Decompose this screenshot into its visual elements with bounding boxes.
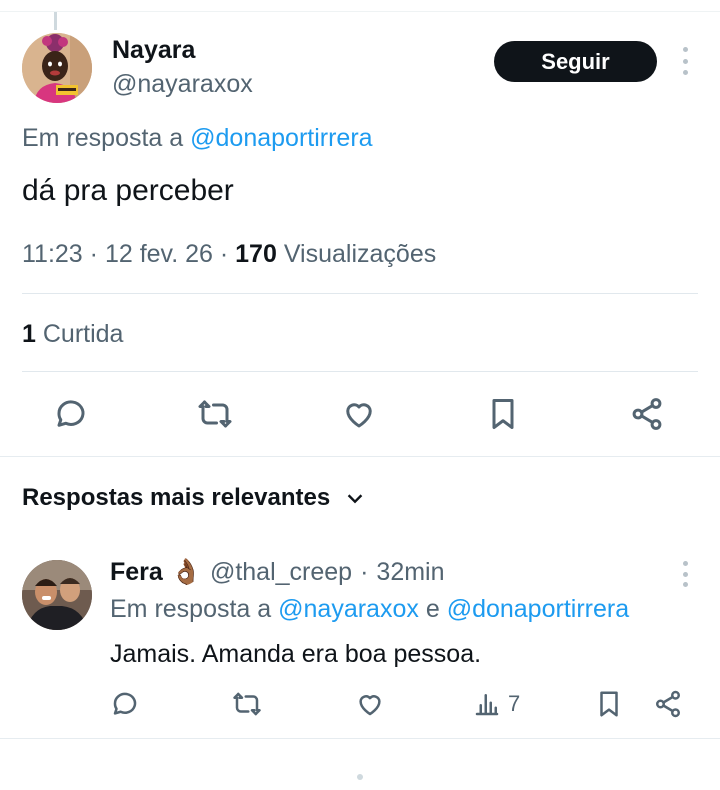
- like-icon[interactable]: [337, 392, 381, 436]
- likes-count: 1: [22, 320, 36, 348]
- reply-author-handle[interactable]: @thal_creep: [210, 558, 352, 587]
- reply-text: Jamais. Amanda era boa pessoa.: [110, 640, 482, 668]
- reply-icon[interactable]: [49, 392, 93, 436]
- reply-views-count: 7: [508, 691, 521, 716]
- like-icon[interactable]: [355, 686, 385, 722]
- author-name[interactable]: Nayara: [112, 36, 195, 65]
- reply-mention-link[interactable]: @donaportirrera: [447, 595, 629, 623]
- divider: [22, 293, 698, 294]
- thread-connector-line: [54, 12, 57, 30]
- reply-icon[interactable]: [110, 686, 140, 722]
- likes-label: Curtida: [42, 320, 124, 348]
- reply-context: Em resposta a @nayaraxox e @donaportirre…: [110, 595, 629, 624]
- replies-sort-dropdown[interactable]: Respostas mais relevantes: [22, 484, 366, 512]
- views-button[interactable]: 7: [472, 686, 520, 722]
- reply-author-name[interactable]: Fera: [110, 558, 163, 587]
- reply-conjunction: e: [425, 595, 440, 623]
- bookmark-icon[interactable]: [481, 392, 525, 436]
- meta-separator: ·: [89, 240, 105, 268]
- reply-divider: [0, 738, 720, 739]
- retweet-icon[interactable]: [193, 392, 237, 436]
- reply-mention-link[interactable]: @donaportirrera: [190, 124, 372, 152]
- reply-author-emoji: 👌🏾: [170, 558, 202, 586]
- reply-header: Fera 👌🏾 @thal_creep · 32min: [110, 558, 445, 587]
- tweet-meta: 11:23 · 12 fev. 26 · 170 Visualizações: [22, 240, 436, 269]
- views-label: Visualizações: [283, 240, 437, 268]
- tweet-text: dá pra perceber: [22, 174, 234, 207]
- follow-button[interactable]: Seguir: [494, 41, 657, 82]
- chevron-down-icon: [347, 494, 363, 504]
- reply-context: Em resposta a @donaportirrera: [22, 124, 373, 153]
- views-icon: [475, 694, 499, 716]
- views-count: 170: [235, 240, 277, 268]
- section-divider: [0, 456, 720, 457]
- meta-separator: ·: [219, 240, 236, 268]
- top-divider: [0, 11, 720, 12]
- likes-summary[interactable]: 1 Curtida: [22, 320, 123, 349]
- share-icon[interactable]: [653, 686, 683, 722]
- retweet-icon[interactable]: [232, 686, 262, 722]
- loading-indicator: [357, 774, 363, 780]
- replies-section-title: Respostas mais relevantes: [22, 484, 331, 511]
- author-avatar[interactable]: [22, 33, 92, 103]
- divider: [22, 371, 698, 372]
- reply-author-avatar[interactable]: [22, 560, 92, 630]
- meta-separator: ·: [360, 558, 369, 586]
- more-icon[interactable]: [676, 47, 694, 75]
- share-icon[interactable]: [625, 392, 669, 436]
- tweet-time[interactable]: 11:23: [22, 240, 83, 268]
- bookmark-icon[interactable]: [594, 686, 624, 722]
- more-icon[interactable]: [676, 561, 694, 587]
- reply-prefix: Em resposta a: [22, 124, 184, 152]
- reply-prefix: Em resposta a: [110, 595, 272, 623]
- reply-time[interactable]: 32min: [376, 558, 444, 587]
- reply-mention-link[interactable]: @nayaraxox: [278, 595, 419, 623]
- tweet-date[interactable]: 12 fev. 26: [105, 240, 213, 268]
- author-handle[interactable]: @nayaraxox: [112, 70, 253, 99]
